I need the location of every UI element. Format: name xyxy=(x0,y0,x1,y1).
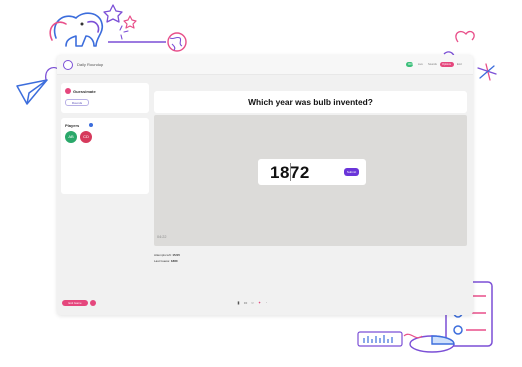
players-card: Players AB CD xyxy=(61,118,149,194)
options-pill[interactable]: Options xyxy=(440,62,454,67)
gamemode-card: Guessimate Rounds xyxy=(61,83,149,113)
live-pill[interactable]: Live xyxy=(416,62,425,67)
sounds-pill[interactable]: Sounds xyxy=(426,62,439,67)
camera-icon[interactable]: ▭ xyxy=(243,300,248,305)
pie-doodle xyxy=(409,335,455,353)
answer-box: 1872 Submit xyxy=(258,159,366,185)
app-window: Daily Roundup 00:00 Live Sounds Options … xyxy=(57,55,473,315)
paper-plane-doodle xyxy=(16,79,48,105)
sparkle-doodle xyxy=(119,25,129,40)
round-timer: 04:22 xyxy=(157,235,167,239)
rounds-button[interactable]: Rounds xyxy=(65,99,89,106)
elephant-doodle xyxy=(49,12,104,47)
squiggle-doodle xyxy=(403,333,423,339)
barcode-chart-doodle xyxy=(357,331,403,347)
timer-pill: 00:00 xyxy=(406,62,415,67)
star-doodle-2 xyxy=(123,15,137,29)
gamemode-title: Guessimate xyxy=(73,89,96,94)
player-avatar[interactable]: CD xyxy=(80,131,92,143)
info-icon[interactable] xyxy=(89,123,93,127)
mic-icon[interactable]: ▮ xyxy=(236,300,241,305)
reaction-icon[interactable]: ✦ xyxy=(257,300,262,305)
top-bar: Daily Roundup 00:00 Live Sounds Options … xyxy=(57,55,473,75)
app-name: Daily Roundup xyxy=(77,62,104,67)
player-avatar[interactable]: AB xyxy=(65,131,77,143)
globe-doodle xyxy=(167,32,187,52)
app-logo-icon[interactable] xyxy=(63,60,73,70)
text-caret xyxy=(290,163,291,181)
question-bar: Which year was bulb invented? xyxy=(154,91,467,113)
submit-button[interactable]: Submit xyxy=(344,168,359,176)
exit-game-button[interactable]: Exit Game xyxy=(62,300,88,306)
star-doodle-1 xyxy=(103,4,123,23)
chat-icon[interactable]: ○ xyxy=(250,300,255,305)
sparkle-burst-doodle xyxy=(477,63,497,81)
last-guess-label: Last Guess: xyxy=(154,259,171,263)
last-guess-value: 1880 xyxy=(170,259,178,263)
question-text: Which year was bulb invented? xyxy=(248,97,373,107)
gamemode-icon xyxy=(65,88,71,94)
attempts-label: Attempts left: xyxy=(154,253,172,257)
stage: Daily Roundup 00:00 Live Sounds Options … xyxy=(0,0,522,367)
more-icon[interactable]: · xyxy=(264,300,269,305)
players-title: Players xyxy=(65,123,80,128)
loop-doodle-right xyxy=(455,30,475,43)
attempts-value: 15/15 xyxy=(172,253,180,257)
last-guess-stat: Last Guess: 1880 xyxy=(154,259,178,263)
leave-icon[interactable] xyxy=(90,300,96,306)
end-pill[interactable]: End xyxy=(455,62,462,67)
attempts-stat: Attempts left: 15/15 xyxy=(154,253,180,257)
